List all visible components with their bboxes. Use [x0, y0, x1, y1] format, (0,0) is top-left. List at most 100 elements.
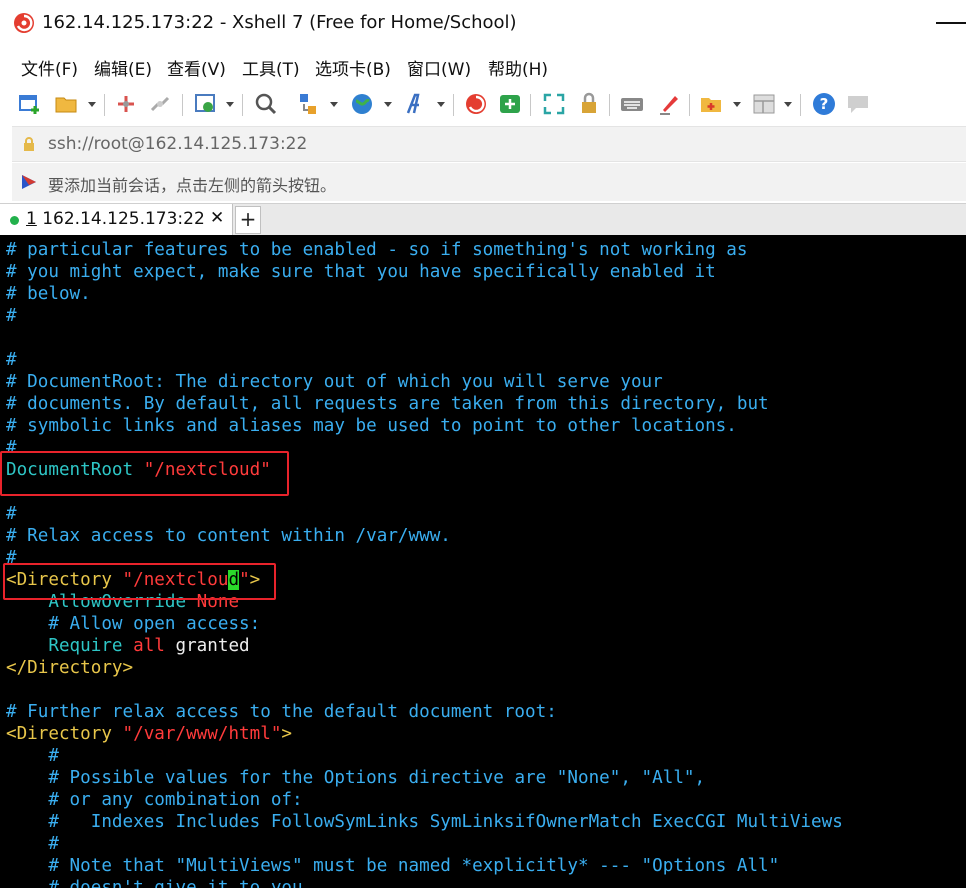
- tab-session-1[interactable]: 1 162.14.125.173:22 ✕: [0, 204, 233, 236]
- address-value[interactable]: ssh://root@162.14.125.173:22: [48, 134, 307, 154]
- layout-dropdown[interactable]: [784, 102, 792, 107]
- directory-highlight: [3, 563, 276, 600]
- toolbar-separator: [689, 94, 690, 116]
- add-dropdown[interactable]: [733, 102, 741, 107]
- menu-tools[interactable]: 工具(T): [242, 55, 300, 80]
- title-bar: 162.14.125.173:22 - Xshell 7 (Free for H…: [0, 0, 966, 46]
- transfer-dropdown[interactable]: [330, 102, 338, 107]
- directory-open-line: <Directory "/var/www/html">: [6, 723, 292, 745]
- svg-text:?: ?: [820, 95, 829, 113]
- layout-icon[interactable]: [752, 92, 776, 116]
- terminal-line: #: [6, 306, 17, 326]
- tab-bar: 1 162.14.125.173:22 ✕ +: [0, 203, 966, 236]
- menu-tabs[interactable]: 选项卡(B): [315, 55, 391, 80]
- directory-tag: <Directory: [6, 724, 112, 744]
- toolbar-separator: [182, 94, 183, 116]
- xshell-icon[interactable]: [464, 92, 488, 116]
- terminal-line: # Note that "MultiViews" must be named *…: [6, 855, 779, 877]
- open-folder-icon[interactable]: [54, 92, 78, 116]
- terminal-output[interactable]: # particular features to be enabled - so…: [0, 235, 966, 888]
- directive-keyword: Require: [48, 636, 123, 656]
- terminal-line: #: [6, 350, 17, 370]
- chat-icon[interactable]: [846, 92, 870, 116]
- toolbar: ?: [0, 84, 966, 124]
- terminal-line: #: [6, 833, 59, 855]
- comment-text: # Allow open access:: [48, 614, 261, 634]
- terminal-line: # Possible values for the Options direct…: [6, 767, 705, 789]
- menu-bar: 文件(F) 编辑(E) 查看(V) 工具(T) 选项卡(B) 窗口(W) 帮助(…: [0, 46, 966, 84]
- xftp-icon[interactable]: [498, 92, 522, 116]
- close-tab-icon[interactable]: ✕: [210, 208, 224, 228]
- toolbar-separator: [242, 94, 243, 116]
- hint-text: 要添加当前会话，点击左侧的箭头按钮。: [48, 176, 337, 195]
- terminal-line: # Relax access to content within /var/ww…: [6, 526, 451, 546]
- terminal-line: # DocumentRoot: The directory out of whi…: [6, 372, 663, 392]
- menu-view[interactable]: 查看(V): [167, 55, 226, 80]
- add-icon[interactable]: [699, 92, 723, 116]
- terminal-line: # particular features to be enabled - so…: [6, 240, 748, 260]
- comment-text: # or any combination of:: [48, 790, 303, 810]
- disconnect-icon[interactable]: [148, 92, 172, 116]
- terminal-line: # Allow open access:: [6, 613, 260, 635]
- comment-text: # doesn't give it to you.: [48, 878, 314, 888]
- new-session-icon[interactable]: [18, 92, 42, 116]
- font-dropdown[interactable]: [437, 102, 445, 107]
- minimize-button[interactable]: [936, 22, 966, 24]
- terminal-line: #: [6, 504, 17, 524]
- tab-number: 1: [26, 209, 37, 229]
- terminal-line: #: [6, 745, 59, 767]
- terminal-line: # you might expect, make sure that you h…: [6, 262, 716, 282]
- transfer-icon[interactable]: [296, 92, 320, 116]
- properties-dropdown[interactable]: [226, 102, 234, 107]
- session-hint-bar: 要添加当前会话，点击左侧的箭头按钮。: [12, 163, 966, 201]
- comment-text: #: [48, 834, 59, 854]
- new-tab-button[interactable]: +: [235, 206, 261, 234]
- terminal-line: # doesn't give it to you.: [6, 877, 313, 888]
- comment-text: # Note that "MultiViews" must be named *…: [48, 856, 780, 876]
- menu-window[interactable]: 窗口(W): [407, 55, 471, 80]
- terminal-line: # Further relax access to the default do…: [6, 702, 557, 722]
- directive-value: all: [133, 636, 165, 656]
- terminal-line: # below.: [6, 284, 91, 304]
- keyboard-icon[interactable]: [620, 92, 644, 116]
- add-session-arrow-icon[interactable]: [20, 173, 40, 191]
- comment-text: # Possible values for the Options direct…: [48, 768, 706, 788]
- help-icon[interactable]: ?: [812, 92, 836, 116]
- toolbar-separator: [609, 94, 610, 116]
- directory-close-line: </Directory>: [6, 658, 134, 678]
- lock-icon[interactable]: [577, 92, 601, 116]
- menu-help[interactable]: 帮助(H): [488, 55, 548, 80]
- toolbar-separator: [800, 94, 801, 116]
- globe-icon[interactable]: [350, 92, 374, 116]
- tab-title: 162.14.125.173:22: [42, 209, 205, 229]
- menu-edit[interactable]: 编辑(E): [94, 55, 152, 80]
- reconnect-icon[interactable]: [114, 92, 138, 116]
- globe-dropdown[interactable]: [384, 102, 392, 107]
- toolbar-separator: [453, 94, 454, 116]
- terminal-line: # symbolic links and aliases may be used…: [6, 416, 737, 436]
- toolbar-separator: [530, 94, 531, 116]
- terminal-line: # Indexes Includes FollowSymLinks SymLin…: [6, 811, 843, 833]
- connected-status-icon: [10, 216, 19, 225]
- terminal-line: # documents. By default, all requests ar…: [6, 394, 769, 414]
- menu-file[interactable]: 文件(F): [21, 55, 78, 80]
- comment-text: # Indexes Includes FollowSymLinks SymLin…: [48, 812, 843, 832]
- directory-tag-close: >: [281, 724, 293, 744]
- require-line: Require all granted: [6, 635, 250, 657]
- find-icon[interactable]: [254, 92, 278, 116]
- window-title: 162.14.125.173:22 - Xshell 7 (Free for H…: [42, 12, 517, 33]
- address-bar[interactable]: ssh://root@162.14.125.173:22: [12, 126, 966, 162]
- fullscreen-icon[interactable]: [542, 92, 566, 116]
- tab-label: 1 162.14.125.173:22: [26, 209, 205, 229]
- comment-text: #: [48, 746, 59, 766]
- properties-icon[interactable]: [194, 92, 218, 116]
- xshell-logo-icon: [14, 13, 34, 33]
- open-folder-dropdown[interactable]: [88, 102, 96, 107]
- toolbar-separator: [104, 94, 105, 116]
- highlight-icon[interactable]: [657, 92, 681, 116]
- directive-value: granted: [175, 636, 250, 656]
- directory-path: "/var/www/html": [122, 724, 282, 744]
- font-icon[interactable]: [404, 92, 428, 116]
- terminal-line: # or any combination of:: [6, 789, 303, 811]
- lock-icon: [24, 137, 34, 151]
